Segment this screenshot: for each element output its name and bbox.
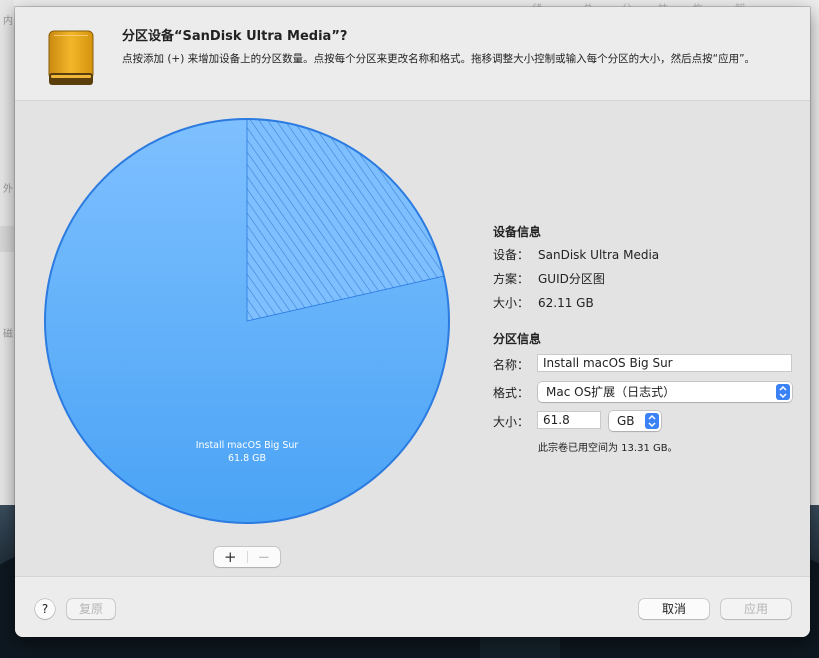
partition-name-label: Install macOS Big Sur	[195, 440, 299, 451]
partition-name-field[interactable]: Install macOS Big Sur	[537, 354, 792, 372]
cancel-button[interactable]: 取消	[639, 599, 709, 619]
background-sidebar-text: 磁	[3, 329, 13, 340]
format-popup[interactable]: Mac OS扩展（日志式）	[538, 382, 792, 402]
add-remove-segmented-control: + −	[214, 547, 280, 567]
scheme-value: GUID分区图	[538, 272, 605, 286]
apply-button[interactable]: 应用	[721, 599, 791, 619]
partition-info-title: 分区信息	[493, 332, 542, 346]
partition-size-label: 61.8 GB	[227, 453, 267, 464]
partition-size-field[interactable]: 61.8	[537, 411, 601, 429]
sheet-content: Install macOS Big Sur 61.8 GB + − 设备信息 设…	[15, 101, 810, 576]
device-size-value: 62.11 GB	[538, 296, 594, 310]
remove-partition-button[interactable]: −	[248, 547, 281, 567]
partition-pie-chart[interactable]: Install macOS Big Sur 61.8 GB	[42, 116, 452, 526]
sheet-title: 分区设备“SanDisk Ultra Media”?	[122, 29, 348, 44]
partition-format-key: 格式：	[493, 386, 530, 400]
size-unit-value: GB	[617, 414, 635, 428]
device-size-key: 大小：	[493, 296, 530, 310]
device-key: 设备：	[493, 248, 530, 262]
sheet-header: 分区设备“SanDisk Ultra Media”? 点按添加 (+) 来增加设…	[15, 7, 810, 101]
used-space-note: 此宗卷已用空间为 13.31 GB。	[538, 443, 678, 454]
device-size-row: 大小： 62.11 GB	[493, 294, 594, 311]
sheet-description: 点按添加 (+) 来增加设备上的分区数量。点按每个分区来更改名称和格式。拖移调整…	[122, 53, 756, 65]
popup-arrows-icon	[776, 384, 790, 400]
background-sidebar: 内 外 磁	[0, 0, 14, 505]
partition-size-key: 大小：	[493, 415, 530, 429]
device-value: SanDisk Ultra Media	[538, 248, 660, 262]
partition-sheet: 分区设备“SanDisk Ultra Media”? 点按添加 (+) 来增加设…	[15, 7, 810, 637]
add-partition-button[interactable]: +	[214, 547, 247, 567]
background-selected-row	[0, 226, 14, 252]
device-info-title: 设备信息	[493, 225, 542, 239]
revert-button[interactable]: 复原	[67, 599, 115, 619]
sheet-footer: ? 复原 取消 应用	[15, 576, 810, 637]
popup-arrows-icon	[645, 413, 659, 429]
size-unit-popup[interactable]: GB	[609, 411, 661, 431]
device-row: 设备： SanDisk Ultra Media	[493, 246, 659, 263]
help-button[interactable]: ?	[35, 599, 55, 619]
partition-name-key: 名称：	[493, 358, 530, 372]
scheme-row: 方案： GUID分区图	[493, 270, 605, 287]
background-sidebar-text: 外	[3, 184, 13, 195]
format-popup-value: Mac OS扩展（日志式）	[546, 385, 676, 399]
external-drive-icon	[48, 30, 94, 85]
scheme-key: 方案：	[493, 272, 530, 286]
background-sidebar-text: 内	[3, 16, 13, 27]
